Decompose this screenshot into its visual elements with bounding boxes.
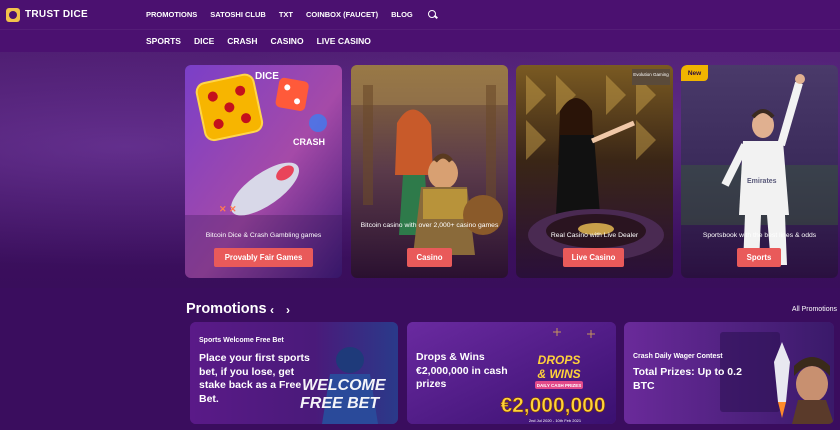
- promotions-title: Promotions: [186, 301, 267, 317]
- promotions-header: Promotions ‹ › All Promotions: [186, 300, 840, 320]
- subnav-crash[interactable]: CRASH: [227, 36, 257, 46]
- promo-dates-art-text: 2nd Jul 2020 - 10th Feb 2021: [529, 418, 582, 423]
- casino-artwork: [351, 65, 508, 278]
- prev-arrow-icon[interactable]: ‹: [270, 303, 274, 317]
- emirates-jersey-label: Emirates: [747, 178, 777, 185]
- top-navigation-bar: TRUST DICE PROMOTIONS SATOSHI CLUB TXT C…: [0, 0, 840, 29]
- provably-fair-games-button[interactable]: Provably Fair Games: [214, 248, 313, 267]
- all-promotions-link[interactable]: All Promotions: [792, 306, 837, 313]
- nav-satoshi-club[interactable]: SATOSHI CLUB: [210, 10, 266, 19]
- card-live-casino[interactable]: Evolution Gaming Real Casino with Live D…: [516, 65, 673, 278]
- subnav-sports[interactable]: SPORTS: [146, 36, 181, 46]
- card-caption: Bitcoin casino with over 2,000+ casino g…: [360, 222, 499, 229]
- promo-subtitle: Sports Welcome Free Bet: [199, 337, 284, 344]
- search-icon[interactable]: [427, 9, 438, 20]
- sports-button[interactable]: Sports: [737, 248, 781, 267]
- card-caption: Real Casino with Live Dealer: [550, 232, 639, 239]
- nav-txt[interactable]: TXT: [279, 10, 293, 19]
- promo-headline: Drops & Wins €2,000,000 in cash prizes: [416, 351, 508, 391]
- product-cards: DICE CRASH ✕ ✕ Bitcoin Dice & Crash Gamb…: [185, 65, 840, 278]
- promo-card-welcome-free-bet[interactable]: WELCOME FREE BET Sports Welcome Free Bet…: [190, 322, 398, 424]
- sports-artwork: Emirates: [681, 65, 838, 278]
- brand-logo[interactable]: TRUST DICE: [6, 7, 146, 22]
- crash-art-label: CRASH: [293, 137, 325, 147]
- subnav-casino[interactable]: CASINO: [271, 36, 304, 46]
- next-arrow-icon[interactable]: ›: [286, 303, 290, 317]
- category-navigation-bar: SPORTS DICE CRASH CASINO LIVE CASINO: [0, 29, 840, 52]
- nav-coinbox[interactable]: COINBOX (FAUCET): [306, 10, 378, 19]
- svg-text:✕ ✕: ✕ ✕: [219, 204, 237, 214]
- dice-crash-artwork: DICE CRASH ✕ ✕: [185, 65, 342, 278]
- drops-art-text: DROPS: [538, 353, 581, 367]
- daily-cash-prizes-art-text: DAILY CASH PRIZES: [537, 383, 582, 388]
- card-casino[interactable]: Bitcoin casino with over 2,000+ casino g…: [351, 65, 508, 278]
- card-dice-crash[interactable]: DICE CRASH ✕ ✕ Bitcoin Dice & Crash Gamb…: [185, 65, 342, 278]
- live-casino-button[interactable]: Live Casino: [563, 248, 624, 267]
- nav-blog[interactable]: BLOG: [391, 10, 413, 19]
- subnav-dice[interactable]: DICE: [194, 36, 214, 46]
- subnav-live-casino[interactable]: LIVE CASINO: [317, 36, 371, 46]
- wins-art-text: & WINS: [537, 367, 580, 381]
- promo-card-drops-wins[interactable]: DROPS & WINS DAILY CASH PRIZES €2,000,00…: [407, 322, 616, 424]
- card-caption: Sportsbook with the best lines & odds: [702, 232, 817, 239]
- prize-amount-art-text: €2,000,000: [500, 394, 605, 417]
- brand-name: TRUST DICE: [25, 9, 88, 20]
- promo-headline: Place your first sports bet, if you lose…: [199, 352, 310, 405]
- card-caption: Bitcoin Dice & Crash Gambling games: [205, 232, 322, 239]
- nav-promotions[interactable]: PROMOTIONS: [146, 10, 197, 19]
- promo-card-crash-contest[interactable]: Crash Daily Wager Contest Total Prizes: …: [624, 322, 834, 424]
- casino-button[interactable]: Casino: [407, 248, 452, 267]
- top-nav: PROMOTIONS SATOSHI CLUB TXT COINBOX (FAU…: [146, 9, 438, 20]
- live-casino-artwork: Evolution Gaming: [516, 65, 673, 278]
- promo-headline: Total Prizes: Up to 0.2 BTC: [633, 366, 742, 392]
- new-badge: New: [681, 65, 708, 81]
- dice-logo-icon: [6, 7, 20, 22]
- card-sports[interactable]: Emirates New Sportsbook with the best li…: [681, 65, 838, 278]
- dice-art-label: DICE: [255, 71, 279, 82]
- evolution-gaming-label: Evolution Gaming: [633, 72, 669, 77]
- promo-subtitle: Crash Daily Wager Contest: [633, 353, 723, 360]
